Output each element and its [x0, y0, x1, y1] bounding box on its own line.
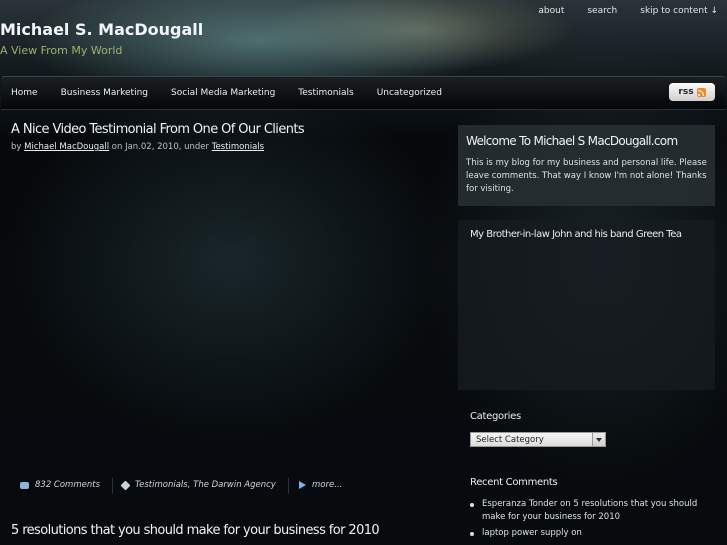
rss-feed-icon	[696, 87, 706, 97]
nav-item-home[interactable]: Home	[1, 88, 51, 98]
category-select-value: Select Category	[476, 435, 544, 445]
comment-bubble-icon	[20, 481, 29, 489]
main-navbar: Home Business Marketing Social Media Mar…	[1, 76, 726, 110]
more-link[interactable]: more...	[299, 480, 342, 490]
search-link[interactable]: search	[573, 6, 626, 16]
welcome-title: Welcome To Michael S MacDougall.com	[466, 134, 678, 148]
site-title[interactable]: Michael S. MacDougall	[0, 20, 203, 39]
rss-label: rss	[678, 87, 694, 97]
welcome-widget: Welcome To Michael S MacDougall.com This…	[458, 125, 715, 206]
post-footer: 832 Comments Testimonials, The Darwin Ag…	[0, 476, 450, 496]
more-label: more...	[312, 480, 343, 490]
recent-comments-heading: Recent Comments	[470, 477, 558, 488]
categories-heading: Categories	[470, 411, 521, 422]
video-widget-title: My Brother-in-law John and his band Gree…	[470, 229, 682, 240]
post-title[interactable]: A Nice Video Testimonial From One Of Our…	[11, 122, 305, 137]
post2-title[interactable]: 5 resolutions that you should make for y…	[11, 523, 380, 538]
nav-item-uncategorized[interactable]: Uncategorized	[367, 88, 455, 98]
post-meta: by Michael MacDougall on Jan.02, 2010, u…	[11, 142, 264, 152]
nav-item-business-marketing[interactable]: Business Marketing	[51, 88, 161, 98]
chevron-down-icon[interactable]	[592, 433, 605, 446]
top-links: about search skip to content ↓	[524, 6, 727, 16]
tag-icon	[120, 480, 131, 490]
comments-count: 832 Comments	[35, 480, 100, 490]
footer-divider	[112, 478, 113, 494]
skip-to-content-link[interactable]: skip to content ↓	[626, 6, 727, 16]
post-meta-by: by	[11, 142, 22, 152]
nav-item-testimonials[interactable]: Testimonials	[288, 88, 366, 98]
site-tagline: A View From My World	[0, 44, 123, 57]
comments-link[interactable]: 832 Comments	[20, 480, 100, 490]
list-item[interactable]: Esperanza Tonder on 5 resolutions that y…	[470, 498, 720, 524]
tags-group: Testimonials, The Darwin Agency	[120, 480, 276, 490]
footer-divider	[288, 478, 289, 494]
welcome-text: This is my blog for my business and pers…	[466, 158, 707, 194]
post-tags[interactable]: Testimonials, The Darwin Agency	[135, 480, 276, 490]
post-author-link[interactable]: Michael MacDougall	[24, 142, 109, 152]
nav-item-social-media-marketing[interactable]: Social Media Marketing	[161, 88, 288, 98]
list-item[interactable]: laptop power supply on	[470, 527, 720, 540]
category-select[interactable]: Select Category	[470, 432, 606, 447]
video-widget: My Brother-in-law John and his band Gree…	[458, 220, 715, 390]
recent-comments-list: Esperanza Tonder on 5 resolutions that y…	[470, 498, 720, 543]
arrow-right-icon	[299, 481, 306, 489]
about-link[interactable]: about	[524, 6, 573, 16]
post-category-link[interactable]: Testimonials	[212, 142, 264, 152]
rss-button[interactable]: rss	[669, 83, 715, 101]
post-meta-date: on Jan.02, 2010, under	[111, 142, 210, 152]
